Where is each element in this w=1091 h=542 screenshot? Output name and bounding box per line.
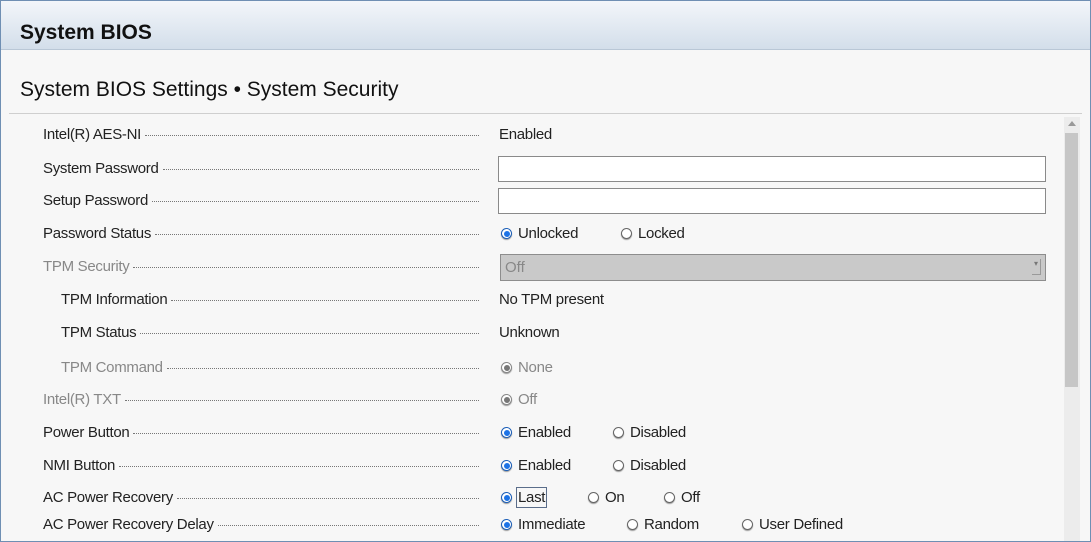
radio-locked[interactable]: Locked <box>621 225 685 242</box>
setting-row-ac-power-recovery: AC Power Recovery Last On Off <box>1 486 1061 510</box>
setting-row-ac-power-recovery-delay: AC Power Recovery Delay Immediate Random… <box>1 513 1061 537</box>
vertical-scrollbar[interactable] <box>1064 117 1080 541</box>
scrollbar-thumb[interactable] <box>1065 133 1078 387</box>
bios-window: System BIOS System BIOS Settings • Syste… <box>0 0 1091 542</box>
setting-value: Enabled <box>499 126 552 143</box>
setting-row-system-password: System Password <box>1 156 1061 182</box>
radio-icon <box>588 492 599 503</box>
radio-selected-icon <box>501 228 512 239</box>
radio-label: Enabled <box>518 457 571 474</box>
leader-line <box>124 400 479 401</box>
radio-disabled[interactable]: Disabled <box>613 457 686 474</box>
setting-label: NMI Button <box>43 457 116 474</box>
setting-row-password-status: Password Status Unlocked Locked <box>1 222 1061 246</box>
setting-value: Unknown <box>499 324 560 341</box>
radio-selected-icon <box>501 460 512 471</box>
setting-label: AC Power Recovery <box>43 489 173 506</box>
dropdown-arrow-icon: ▾ <box>1032 259 1041 275</box>
radio-random[interactable]: Random <box>627 516 699 533</box>
radio-off[interactable]: Off <box>664 489 700 506</box>
radio-label: Disabled <box>630 457 686 474</box>
leader-line <box>152 201 479 202</box>
system-password-input[interactable] <box>498 156 1046 182</box>
radio-label: Off <box>518 391 537 408</box>
setting-row-tpm-security: TPM Security Off ▾ <box>1 254 1061 281</box>
radio-label: Off <box>681 489 700 506</box>
setting-label: System Password <box>43 160 159 177</box>
radio-selected-icon <box>501 427 512 438</box>
radio-last[interactable]: Last <box>501 487 548 508</box>
setting-value: No TPM present <box>499 291 604 308</box>
setting-row-aes-ni: Intel(R) AES-NI Enabled <box>1 123 1061 147</box>
setting-label: TPM Command <box>61 359 163 376</box>
leader-line <box>155 234 479 235</box>
setting-row-nmi-button: NMI Button Enabled Disabled <box>1 454 1061 478</box>
leader-line <box>140 333 479 334</box>
leader-line <box>166 368 479 369</box>
radio-icon <box>613 460 624 471</box>
setting-label: Intel(R) AES-NI <box>43 126 142 143</box>
leader-line <box>162 169 479 170</box>
radio-label: On <box>605 489 625 506</box>
setting-label: Password Status <box>43 225 152 242</box>
divider <box>9 113 1082 114</box>
radio-enabled[interactable]: Enabled <box>501 424 571 441</box>
setting-label: Setup Password <box>43 192 149 209</box>
radio-enabled[interactable]: Enabled <box>501 457 571 474</box>
setting-row-tpm-command: TPM Command None <box>1 356 1061 380</box>
radio-selected-icon <box>501 492 512 503</box>
radio-label: Unlocked <box>518 225 579 242</box>
setting-row-tpm-status: TPM Status Unknown <box>1 321 1061 345</box>
radio-icon <box>613 427 624 438</box>
leader-line <box>119 466 479 467</box>
radio-label: Disabled <box>630 424 686 441</box>
setting-label: AC Power Recovery Delay <box>43 516 214 533</box>
radio-label: Locked <box>638 225 685 242</box>
radio-label: Enabled <box>518 424 571 441</box>
setting-label: TPM Status <box>61 324 137 341</box>
radio-label: Immediate <box>518 516 586 533</box>
leader-line <box>217 525 479 526</box>
page-title: System BIOS Settings • System Security <box>20 78 399 101</box>
radio-user-defined[interactable]: User Defined <box>742 516 843 533</box>
leader-line <box>176 498 479 499</box>
radio-immediate[interactable]: Immediate <box>501 516 586 533</box>
radio-label: None <box>518 359 553 376</box>
leader-line <box>133 433 479 434</box>
header-title: System BIOS <box>20 21 152 44</box>
radio-none: None <box>501 359 553 376</box>
radio-unlocked[interactable]: Unlocked <box>501 225 578 242</box>
radio-off: Off <box>501 391 537 408</box>
radio-disabled[interactable]: Disabled <box>613 424 686 441</box>
radio-icon <box>621 228 632 239</box>
radio-selected-icon <box>501 362 512 373</box>
setting-row-power-button: Power Button Enabled Disabled <box>1 421 1061 445</box>
radio-selected-icon <box>501 519 512 530</box>
setting-label: Power Button <box>43 424 130 441</box>
leader-line <box>133 267 479 268</box>
setup-password-input[interactable] <box>498 188 1046 214</box>
radio-icon <box>742 519 753 530</box>
setting-label: Intel(R) TXT <box>43 391 121 408</box>
radio-icon <box>664 492 675 503</box>
radio-icon <box>627 519 638 530</box>
scroll-up-arrow-icon[interactable] <box>1068 121 1076 126</box>
leader-line <box>145 135 479 136</box>
setting-row-tpm-information: TPM Information No TPM present <box>1 288 1061 312</box>
radio-label: Random <box>644 516 699 533</box>
setting-row-intel-txt: Intel(R) TXT Off <box>1 388 1061 412</box>
tpm-security-select[interactable]: Off ▾ <box>500 254 1046 281</box>
radio-label: User Defined <box>759 516 843 533</box>
radio-on[interactable]: On <box>588 489 625 506</box>
leader-line <box>171 300 479 301</box>
setting-row-setup-password: Setup Password <box>1 188 1061 214</box>
radio-selected-icon <box>501 394 512 405</box>
header-bar: System BIOS <box>1 1 1090 50</box>
setting-label: TPM Security <box>43 258 130 275</box>
radio-label: Last <box>515 487 548 508</box>
select-value: Off <box>505 259 525 276</box>
setting-label: TPM Information <box>61 291 168 308</box>
